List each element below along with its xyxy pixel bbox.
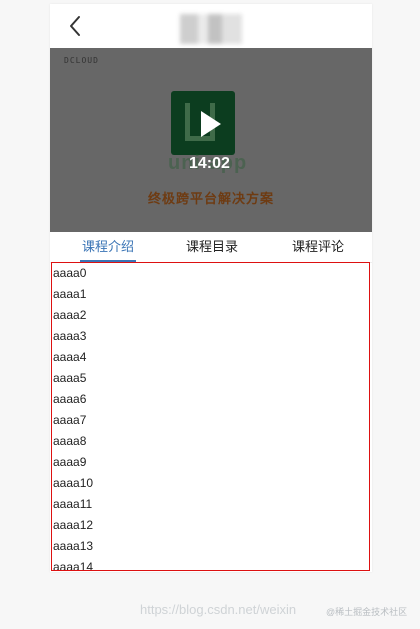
video-player[interactable]: DCLOUD uni-app 14:02 终极跨平台解决方案 bbox=[50, 48, 372, 232]
list-item: aaaa14 bbox=[53, 560, 94, 571]
list-item: aaaa8 bbox=[53, 434, 87, 448]
video-duration: 14:02 bbox=[189, 155, 230, 172]
list-item: aaaa7 bbox=[53, 413, 87, 427]
tab-course-comments[interactable]: 课程评论 bbox=[288, 232, 348, 262]
list-item: aaaa10 bbox=[53, 476, 94, 490]
list-item: aaaa11 bbox=[53, 497, 93, 511]
list-item: aaaa4 bbox=[53, 350, 87, 364]
play-icon[interactable] bbox=[201, 111, 221, 137]
list-item: aaaa2 bbox=[53, 308, 87, 322]
list-item: aaaa13 bbox=[53, 539, 94, 553]
list-item: aaaa5 bbox=[53, 371, 87, 385]
blurred-title bbox=[180, 14, 242, 44]
dcloud-brand-mark: DCLOUD bbox=[64, 56, 99, 65]
video-tagline: 终极跨平台解决方案 bbox=[147, 191, 274, 206]
list-item: aaaa6 bbox=[53, 392, 87, 406]
watermark-url: https://blog.csdn.net/weixin bbox=[140, 602, 297, 617]
list-item: aaaa9 bbox=[53, 455, 87, 469]
tab-course-catalog[interactable]: 课程目录 bbox=[182, 232, 242, 262]
content-scroll-list[interactable]: aaaa0 aaaa1 aaaa2 aaaa3 aaaa4 aaaa5 aaaa… bbox=[51, 262, 370, 571]
app-frame: DCLOUD uni-app 14:02 终极跨平台解决方案 课程介绍 课程目录… bbox=[50, 4, 372, 572]
list-item: aaaa3 bbox=[53, 329, 87, 343]
course-tabs: 课程介绍 课程目录 课程评论 bbox=[50, 232, 372, 263]
list-item: aaaa12 bbox=[53, 518, 94, 532]
list-item: aaaa1 bbox=[53, 287, 87, 301]
chevron-left-icon[interactable] bbox=[66, 14, 86, 38]
tab-course-intro[interactable]: 课程介绍 bbox=[80, 232, 136, 262]
watermark-brand: @稀土掘金技术社区 bbox=[326, 607, 408, 617]
uniapp-logo bbox=[171, 91, 235, 155]
list-item: aaaa0 bbox=[53, 266, 87, 280]
top-navbar bbox=[50, 4, 372, 49]
